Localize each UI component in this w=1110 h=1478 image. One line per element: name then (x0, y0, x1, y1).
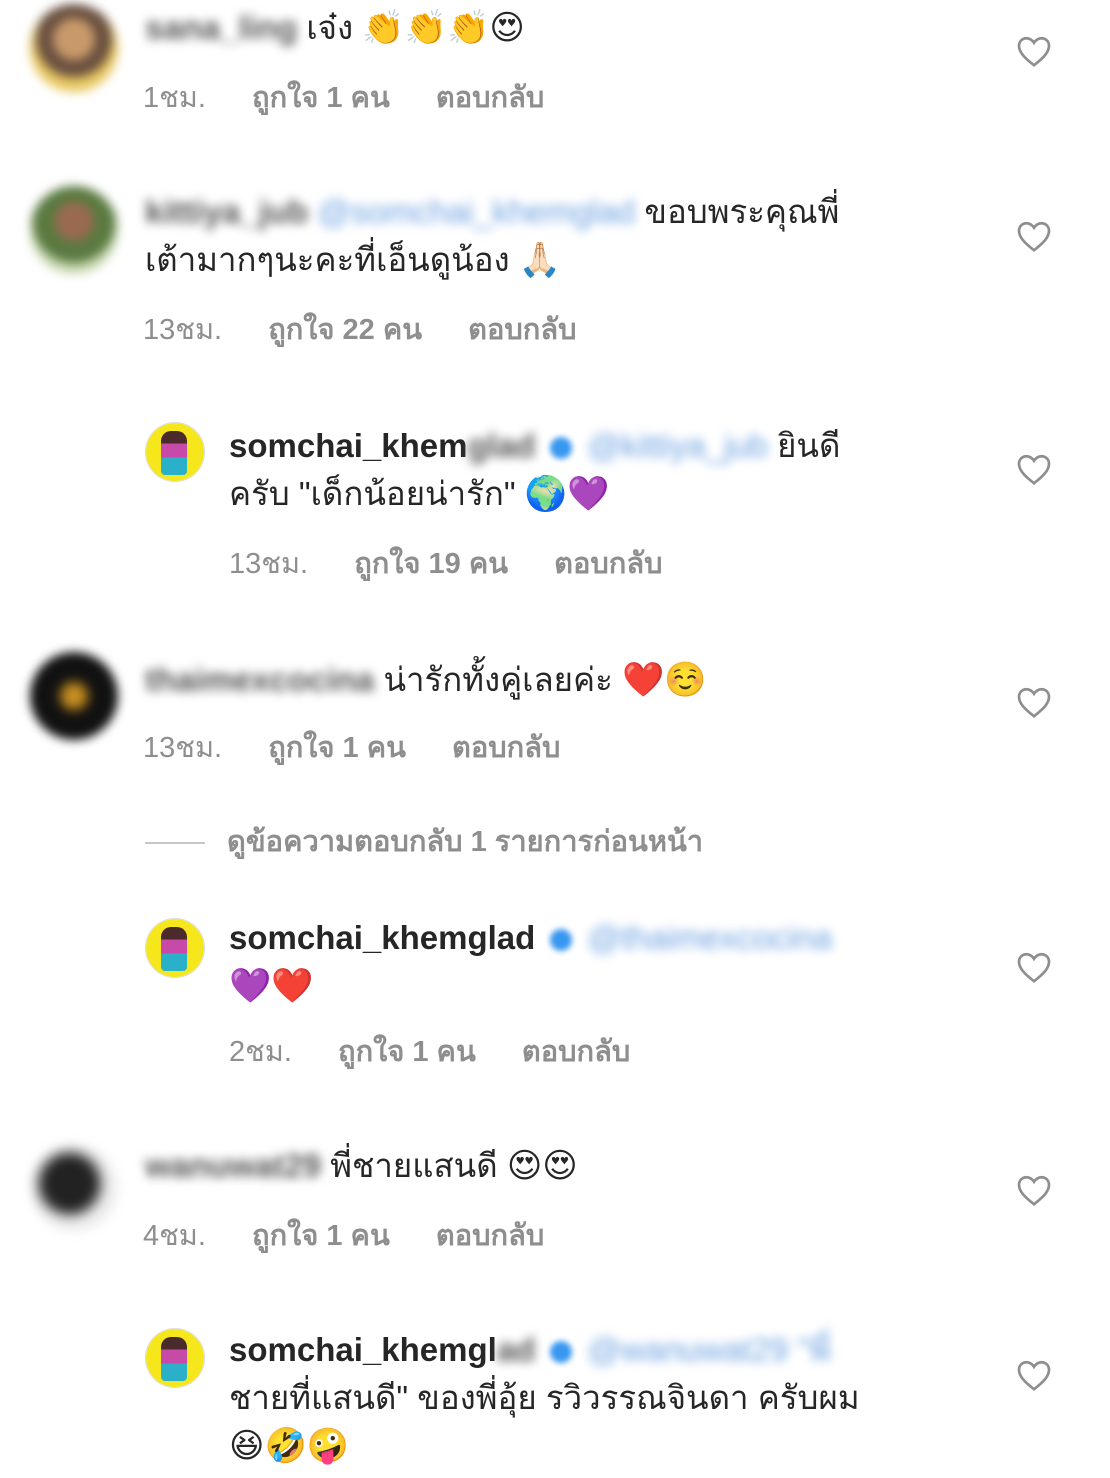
comment-time[interactable]: 4ชม. (143, 1220, 206, 1252)
mention-link[interactable]: @kittiya_jub (588, 427, 768, 464)
comment-emoji: 🌍💜 (524, 474, 610, 514)
heart-icon[interactable] (1016, 1173, 1052, 1207)
avatar[interactable] (30, 652, 118, 740)
comment-username[interactable]: kittiya_jub (145, 193, 308, 230)
comment-likes[interactable]: ถูกใจ 1 คน (268, 732, 406, 764)
comment-username[interactable]: wanuwat29 (145, 1147, 321, 1184)
comment-username[interactable]: somchai_khem (229, 427, 467, 464)
comment-username-blurred[interactable]: ad (497, 1331, 536, 1368)
avatar[interactable] (145, 1328, 205, 1388)
comment-text: เจ๋ง (306, 9, 354, 46)
verified-badge-icon (550, 929, 573, 952)
comment-emoji: 😆🤣🤪 (229, 1426, 350, 1466)
avatar[interactable] (30, 1144, 118, 1232)
comment-username[interactable]: thaimexcocina (145, 661, 374, 698)
comment-text: ขอบพระคุณพี่ (644, 193, 840, 230)
reply-button[interactable]: ตอบกลับ (522, 1036, 630, 1068)
comment-text-line2: เต้ามากๆนะคะที่เอ็นดูน้อง (145, 241, 510, 278)
avatar[interactable] (145, 918, 205, 978)
comment-text-line2: ชายที่แสนดี" ของพี่อุ้ย รวิวรรณจินดา ครั… (229, 1379, 860, 1416)
comment-username[interactable]: somchai_khemgl (229, 1331, 497, 1368)
comment-emoji: 👏👏👏😍 (362, 8, 525, 48)
heart-icon[interactable] (1016, 34, 1052, 68)
mention-link[interactable]: @thaimexcocina (588, 919, 832, 956)
comment-time[interactable]: 1ชม. (143, 82, 206, 114)
comment-emoji: 💜❤️ (229, 966, 314, 1006)
comment-time[interactable]: 13ชม. (143, 314, 222, 346)
reply-button[interactable]: ตอบกลับ (452, 732, 560, 764)
heart-icon[interactable] (1016, 219, 1052, 253)
comment-time[interactable]: 13ชม. (143, 732, 222, 764)
mention-link[interactable]: @wanuwat29 "พี่ (588, 1331, 831, 1368)
mention-link[interactable]: @somchai_khemglad (317, 193, 635, 230)
comment-emoji: 😍😍 (506, 1146, 578, 1186)
comment-likes[interactable]: ถูกใจ 19 คน (354, 548, 508, 580)
comment-text: พี่ชายแสนดี (330, 1147, 498, 1184)
comment-time[interactable]: 2ชม. (229, 1036, 292, 1068)
divider-line (145, 842, 205, 845)
comment-text-line2: ครับ "เด็กน้อยน่ารัก" (229, 475, 516, 512)
reply-button[interactable]: ตอบกลับ (436, 1220, 544, 1252)
comment-likes[interactable]: ถูกใจ 22 คน (268, 314, 422, 346)
heart-icon[interactable] (1016, 452, 1052, 486)
reply-button[interactable]: ตอบกลับ (468, 314, 576, 346)
avatar[interactable] (145, 422, 205, 482)
heart-icon[interactable] (1016, 1358, 1052, 1392)
avatar[interactable] (30, 4, 118, 92)
reply-button[interactable]: ตอบกลับ (554, 548, 662, 580)
comment-likes[interactable]: ถูกใจ 1 คน (252, 1220, 390, 1252)
view-previous-replies-button[interactable]: ดูข้อความตอบกลับ 1 รายการก่อนหน้า (145, 818, 703, 864)
view-previous-replies-label: ดูข้อความตอบกลับ 1 รายการก่อนหน้า (227, 826, 704, 858)
comment-likes[interactable]: ถูกใจ 1 คน (252, 82, 390, 114)
comment-username[interactable]: somchai_khemglad (229, 919, 535, 956)
comment-emoji: 🙏🏻 (518, 240, 562, 280)
comment-username[interactable]: sana_ling (145, 9, 297, 46)
comment-text: ยินดี (777, 427, 841, 464)
comment-likes[interactable]: ถูกใจ 1 คน (338, 1036, 476, 1068)
heart-icon[interactable] (1016, 685, 1052, 719)
heart-icon[interactable] (1016, 950, 1052, 984)
reply-button[interactable]: ตอบกลับ (436, 82, 544, 114)
verified-badge-icon (550, 437, 573, 460)
avatar[interactable] (30, 186, 118, 274)
comment-time[interactable]: 13ชม. (229, 548, 308, 580)
comment-username-blurred[interactable]: glad (467, 427, 535, 464)
comment-emoji: ❤️☺️ (621, 660, 707, 700)
comment-text: น่ารักทั้งคู่เลยค่ะ (383, 661, 613, 698)
verified-badge-icon (550, 1341, 573, 1364)
